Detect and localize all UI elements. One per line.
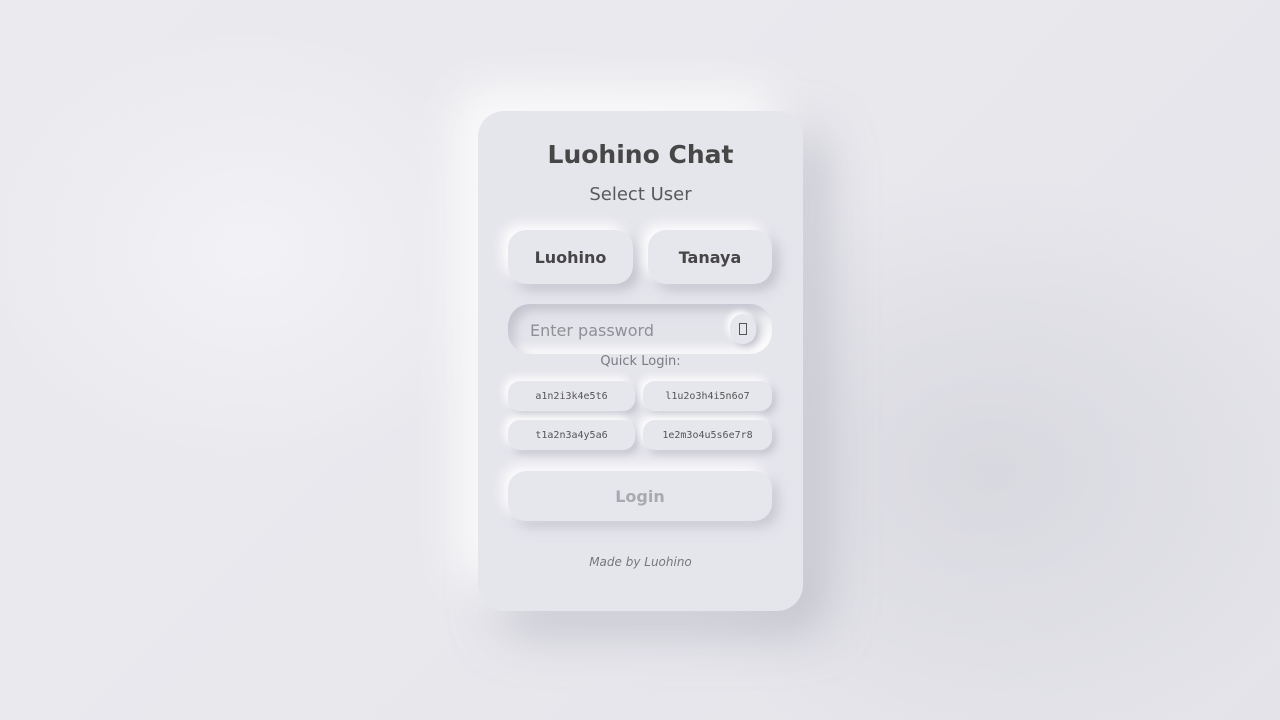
select-user-heading: Select User bbox=[589, 184, 692, 205]
user-button-tanaya[interactable]: Tanaya bbox=[648, 230, 772, 284]
password-input[interactable] bbox=[528, 304, 722, 356]
quick-login-chip[interactable]: l1u2o3h4i5n6o7 bbox=[643, 381, 772, 411]
password-toggle-button[interactable] bbox=[730, 314, 756, 344]
quick-login-chip[interactable]: t1a2n3a4y5a6 bbox=[508, 420, 635, 450]
quick-login-chip[interactable]: 1e2m3o4u5s6e7r8 bbox=[643, 420, 772, 450]
footer-credit: Made by Luohino bbox=[589, 555, 692, 569]
quick-login-chip[interactable]: a1n2i3k4e5t6 bbox=[508, 381, 635, 411]
login-card: Luohino Chat Select User Luohino Tanaya … bbox=[478, 111, 803, 611]
user-button-luohino[interactable]: Luohino bbox=[508, 230, 633, 284]
quick-login-label: Quick Login: bbox=[600, 354, 681, 369]
password-field-container bbox=[508, 304, 772, 356]
eye-icon bbox=[739, 323, 747, 335]
app-title: Luohino Chat bbox=[547, 140, 734, 169]
login-button[interactable]: Login bbox=[508, 471, 772, 521]
